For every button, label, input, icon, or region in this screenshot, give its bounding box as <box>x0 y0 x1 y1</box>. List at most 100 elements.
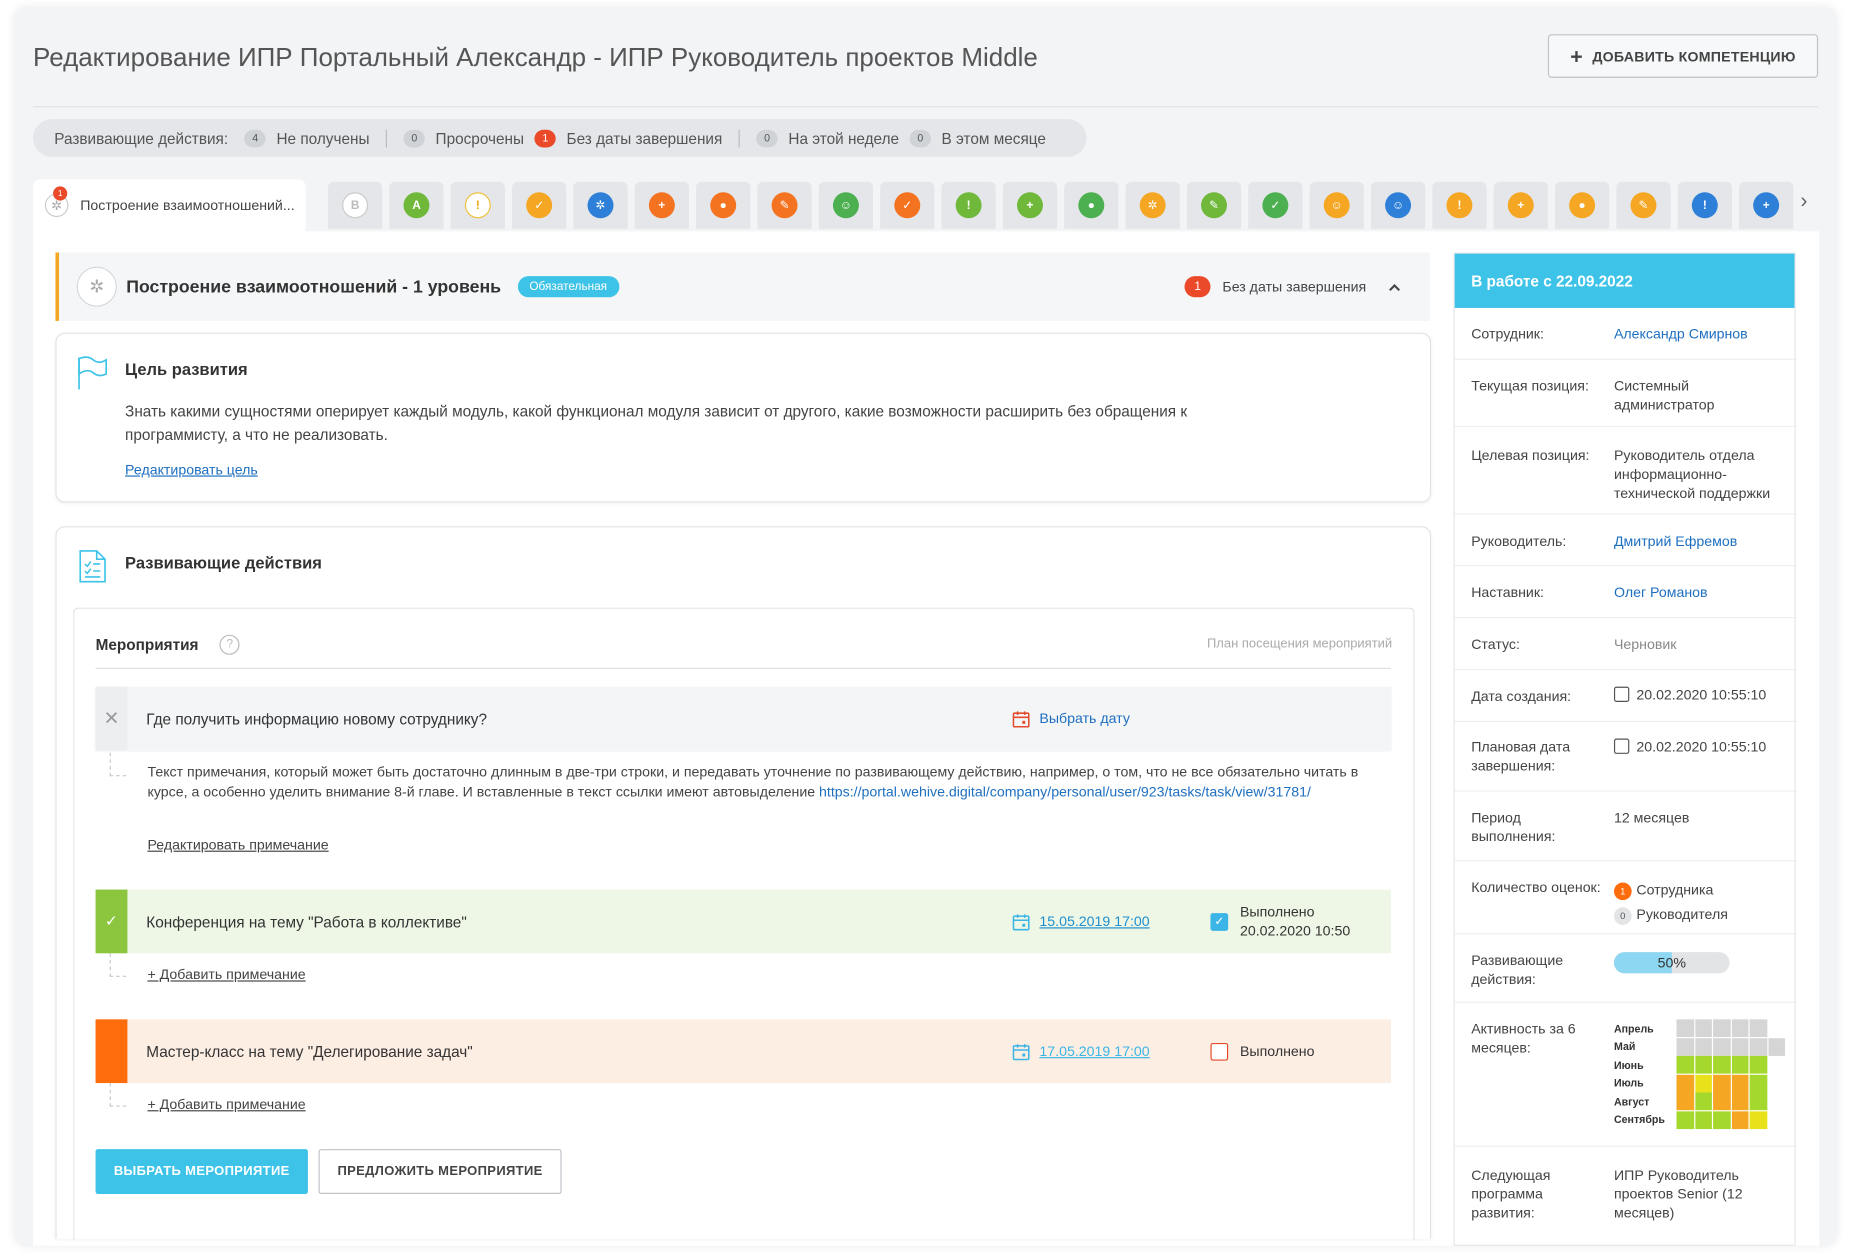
sidebar-row-planned: Плановая дата завершения: 20.02.2020 10:… <box>1454 722 1797 792</box>
heatmap-month: Июнь <box>1613 1059 1644 1071</box>
header-divider <box>33 106 1819 108</box>
event-date-link[interactable]: 17.05.2019 17:00 <box>1039 1043 1149 1060</box>
tab-competency[interactable]: + <box>1493 181 1548 229</box>
planned-value: 20.02.2020 10:55:10 <box>1636 738 1767 756</box>
tab-competency[interactable]: ● <box>1064 181 1119 229</box>
person-icon: ☺ <box>832 192 859 219</box>
heatmap-cell <box>1749 1056 1767 1074</box>
done-label: Выполнено <box>1239 903 1315 921</box>
tab-competency[interactable]: ✓ <box>1248 181 1303 229</box>
done-checkbox[interactable] <box>1210 1042 1229 1061</box>
filter-this-week[interactable]: На этой неделе <box>788 129 899 147</box>
add-competency-button[interactable]: + ДОБАВИТЬ КОМПЕТЕНЦИЮ <box>1547 34 1819 78</box>
check-icon: ✓ <box>95 889 128 954</box>
heatmap-cell <box>1694 1092 1712 1111</box>
medal-icon: ! <box>1446 192 1473 219</box>
add-competency-label: ДОБАВИТЬ КОМПЕТЕНЦИЮ <box>1592 47 1796 65</box>
event-date-link[interactable]: 15.05.2019 17:00 <box>1039 913 1149 930</box>
edit-note-link[interactable]: Редактировать примечание <box>147 835 328 855</box>
sidebar-row-created: Дата создания: 20.02.2020 10:55:10 <box>1454 670 1797 723</box>
choose-date-link[interactable]: Выбрать дату <box>1039 710 1130 727</box>
tab-competency[interactable]: ✎ <box>1616 181 1671 229</box>
competency-header[interactable]: ✲ Построение взаимоотношений - 1 уровень… <box>55 252 1430 321</box>
rating-manager-label: Руководителя <box>1636 906 1728 923</box>
b-icon: B <box>342 192 369 219</box>
events-panel: Мероприятия ? План посещения мероприятий… <box>73 607 1415 1240</box>
planned-label: Плановая дата завершения: <box>1471 738 1571 774</box>
sidebar-header: В работе с 22.09.2022 <box>1454 253 1795 308</box>
dev-actions-label: Развивающие действия: <box>1471 952 1564 988</box>
sidebar-row-next-program: Следующая программа развития: ИПР Руково… <box>1455 1147 1797 1246</box>
event-title: Мастер-класс на тему "Делегирование зада… <box>146 1042 473 1061</box>
tab-competency[interactable]: ✎ <box>1186 181 1242 229</box>
pencil-icon: ✎ <box>1630 192 1657 219</box>
done-checkbox[interactable]: ✓ <box>1210 912 1229 931</box>
tab-competency[interactable]: ! <box>1432 181 1487 229</box>
tab-competency[interactable]: ✲ <box>1125 181 1180 229</box>
tab-competency[interactable]: B <box>327 181 383 229</box>
tab-competency[interactable]: ● <box>696 181 751 229</box>
add-note-link[interactable]: + Добавить примечание <box>147 1095 305 1115</box>
tab-competency[interactable]: ✎ <box>757 181 812 229</box>
suggest-event-button[interactable]: ПРЕДЛОЖИТЬ МЕРОПРИЯТИЕ <box>318 1149 562 1194</box>
status-value: Черновик <box>1613 635 1677 653</box>
tab-competency[interactable]: ✓ <box>512 181 567 229</box>
sidebar-row-status: Статус: Черновик <box>1454 618 1797 671</box>
chevron-right-icon[interactable]: › <box>1800 189 1807 214</box>
tab-competency[interactable]: + <box>1739 181 1794 229</box>
event-note: Текст примечания, который может быть дос… <box>147 762 1374 802</box>
tab-competency[interactable]: + <box>1002 181 1058 229</box>
mentor-link[interactable]: Олег Романов <box>1614 583 1791 602</box>
add-note-link[interactable]: + Добавить примечание <box>147 965 305 985</box>
filter-not-received[interactable]: Не получены <box>276 129 369 147</box>
tab-competency[interactable]: ☺ <box>818 181 874 229</box>
goal-heading: Цель развития <box>125 359 248 379</box>
mentor-label: Наставник: <box>1471 584 1544 601</box>
activity-label: Активность за 6 месяцев: <box>1471 1020 1576 1056</box>
tab-competency[interactable]: + <box>634 181 690 229</box>
tab-competency[interactable]: ✓ <box>880 181 935 229</box>
filter-this-month[interactable]: В этом месяце <box>942 129 1046 147</box>
medal-icon: ! <box>464 192 491 219</box>
heatmap-row: Август <box>1614 1092 1786 1111</box>
heatmap-cell <box>1694 1037 1712 1056</box>
manager-link[interactable]: Дмитрий Ефремов <box>1614 532 1791 551</box>
main-content: ✲ Построение взаимоотношений - 1 уровень… <box>33 231 1820 1246</box>
close-icon[interactable]: ✕ <box>95 686 128 751</box>
heatmap-row: Апрель <box>1614 1019 1786 1038</box>
heatmap-cell <box>1713 1074 1731 1093</box>
sidebar-row-ratings: Количество оценок: 1 Сотрудника 0 Руководи… <box>1454 861 1797 935</box>
sidebar-row-employee: Сотрудник: Александр Смирнов <box>1454 308 1797 360</box>
employee-link[interactable]: Александр Смирнов <box>1614 324 1791 343</box>
edit-goal-link[interactable]: Редактировать цель <box>125 461 258 478</box>
heatmap-row: Июль <box>1613 1074 1786 1093</box>
tab-competency[interactable]: ! <box>450 181 505 229</box>
event-row: ✓ Конференция на тему "Работа в коллекти… <box>95 889 1391 954</box>
calendar-icon <box>1012 710 1030 727</box>
filter-no-due-date[interactable]: Без даты завершения <box>567 129 723 147</box>
help-icon[interactable]: ? <box>219 634 240 655</box>
note-link[interactable]: https://portal.wehive.digital/company/pe… <box>819 783 1311 800</box>
filter-count-overdue: 0 <box>403 129 425 147</box>
current-position-label: Текущая позиция: <box>1471 377 1589 395</box>
tab-competency[interactable]: A <box>389 181 444 229</box>
heatmap-cell <box>1676 1056 1694 1074</box>
tab-competency[interactable]: ☺ <box>1370 181 1426 229</box>
tab-competency[interactable]: ✲ <box>573 181 628 229</box>
tab-competency[interactable]: ● <box>1554 181 1610 229</box>
tab-competency[interactable]: ! <box>1677 181 1732 229</box>
sidebar-row-current-position: Текущая позиция: Системный администратор <box>1454 360 1797 428</box>
tab-competency[interactable]: ! <box>941 181 996 229</box>
filter-overdue[interactable]: Просрочены <box>436 129 525 147</box>
chevron-up-icon[interactable] <box>1378 278 1411 295</box>
sidebar-row-activity: Активность за 6 месяцев: Апрель Май Июнь Ию… <box>1454 1003 1797 1147</box>
checkbox-icon: ✓ <box>526 192 553 219</box>
tab-competency[interactable]: ☺ <box>1309 181 1364 229</box>
tab-active-competency[interactable]: ✲ 1 Построение взаимоотношений... <box>33 179 306 232</box>
heatmap-month: Июль <box>1613 1077 1644 1090</box>
heatmap-cell <box>1731 1037 1749 1056</box>
next-program-label: Следующая программа развития: <box>1471 1166 1551 1222</box>
sidebar-row-dev-actions: Развивающие действия: 50% <box>1454 934 1797 1003</box>
choose-event-button[interactable]: ВЫБРАТЬ МЕРОПРИЯТИЕ <box>95 1149 308 1194</box>
filter-bar: Развивающие действия: 4 Не получены 0 Пр… <box>33 119 1087 157</box>
